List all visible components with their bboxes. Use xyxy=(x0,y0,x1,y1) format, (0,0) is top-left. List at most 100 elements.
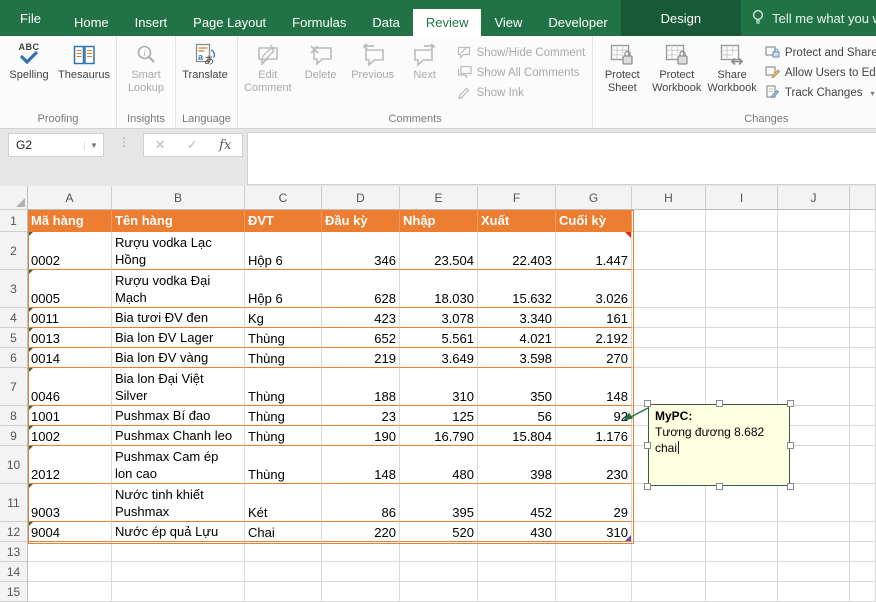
resize-handle-top-left[interactable] xyxy=(644,400,651,407)
show-ink-button[interactable]: Show Ink xyxy=(457,83,586,103)
cell-I3[interactable] xyxy=(706,270,778,308)
cell-D7[interactable]: 188 xyxy=(322,368,400,406)
cell-G6[interactable]: 270 xyxy=(556,348,632,368)
tab-page-layout[interactable]: Page Layout xyxy=(180,9,279,36)
cell-A12[interactable]: 9004 xyxy=(28,522,112,542)
tell-me-box[interactable]: Tell me what you want to do... xyxy=(741,0,876,36)
show-all-comments-button[interactable]: Show All Comments xyxy=(457,63,586,83)
cell-K5[interactable] xyxy=(850,328,876,348)
cell-C10[interactable]: Thùng xyxy=(245,446,322,484)
cell-A1[interactable]: Mã hàng xyxy=(28,210,112,232)
cell-F13[interactable] xyxy=(478,542,556,562)
row-header-14[interactable]: 14 xyxy=(0,562,28,582)
cell-I12[interactable] xyxy=(706,522,778,542)
tab-data[interactable]: Data xyxy=(359,9,412,36)
smart-lookup-button[interactable]: i Smart Lookup xyxy=(120,39,172,97)
cell-D14[interactable] xyxy=(322,562,400,582)
row-header-4[interactable]: 4 xyxy=(0,308,28,328)
cell-D2[interactable]: 346 xyxy=(322,232,400,270)
cell-F1[interactable]: Xuất xyxy=(478,210,556,232)
cell-A3[interactable]: 0005 xyxy=(28,270,112,308)
cell-D8[interactable]: 23 xyxy=(322,406,400,426)
show-hide-comment-button[interactable]: Show/Hide Comment xyxy=(457,43,586,63)
cell-G14[interactable] xyxy=(556,562,632,582)
cell-G15[interactable] xyxy=(556,582,632,602)
cell-I2[interactable] xyxy=(706,232,778,270)
cell-E8[interactable]: 125 xyxy=(400,406,478,426)
cell-J13[interactable] xyxy=(778,542,850,562)
cell-B5[interactable]: Bia lon ĐV Lager xyxy=(112,328,245,348)
cell-H14[interactable] xyxy=(632,562,706,582)
cell-A7[interactable]: 0046 xyxy=(28,368,112,406)
cell-E15[interactable] xyxy=(400,582,478,602)
cell-C2[interactable]: Hộp 6 xyxy=(245,232,322,270)
cell-D11[interactable]: 86 xyxy=(322,484,400,522)
cell-G12[interactable]: 310 xyxy=(556,522,632,542)
cell-H6[interactable] xyxy=(632,348,706,368)
cell-K6[interactable] xyxy=(850,348,876,368)
cell-H2[interactable] xyxy=(632,232,706,270)
column-header-C[interactable]: C xyxy=(245,186,322,210)
cell-G13[interactable] xyxy=(556,542,632,562)
cell-K12[interactable] xyxy=(850,522,876,542)
cell-E3[interactable]: 18.030 xyxy=(400,270,478,308)
column-header-G[interactable]: G xyxy=(556,186,632,210)
row-header-2[interactable]: 2 xyxy=(0,232,28,270)
cell-B14[interactable] xyxy=(112,562,245,582)
cell-H3[interactable] xyxy=(632,270,706,308)
cell-G11[interactable]: 29 xyxy=(556,484,632,522)
resize-handle-bottom-left[interactable] xyxy=(644,483,651,490)
cell-B10[interactable]: Pushmax Cam ép lon cao xyxy=(112,446,245,484)
cell-K4[interactable] xyxy=(850,308,876,328)
cell-H15[interactable] xyxy=(632,582,706,602)
cell-D9[interactable]: 190 xyxy=(322,426,400,446)
cell-I1[interactable] xyxy=(706,210,778,232)
cell-I4[interactable] xyxy=(706,308,778,328)
cell-E10[interactable]: 480 xyxy=(400,446,478,484)
cell-G2[interactable]: 1.447 xyxy=(556,232,632,270)
cell-G9[interactable]: 1.176 xyxy=(556,426,632,446)
cell-B9[interactable]: Pushmax Chanh leo xyxy=(112,426,245,446)
cell-J12[interactable] xyxy=(778,522,850,542)
cell-A2[interactable]: 0002 xyxy=(28,232,112,270)
cell-K13[interactable] xyxy=(850,542,876,562)
column-header-E[interactable]: E xyxy=(400,186,478,210)
delete-comment-button[interactable]: Delete xyxy=(295,39,347,84)
column-header-F[interactable]: F xyxy=(478,186,556,210)
cell-B12[interactable]: Nước ép quả Lựu xyxy=(112,522,245,542)
cell-B8[interactable]: Pushmax Bí đao xyxy=(112,406,245,426)
row-header-3[interactable]: 3 xyxy=(0,270,28,308)
cell-C15[interactable] xyxy=(245,582,322,602)
cell-K8[interactable] xyxy=(850,406,876,426)
cell-E12[interactable]: 520 xyxy=(400,522,478,542)
name-box[interactable]: G2 ▼ xyxy=(8,133,104,157)
row-header-13[interactable]: 13 xyxy=(0,542,28,562)
tab-design[interactable]: Design xyxy=(621,0,741,36)
cell-B2[interactable]: Rượu vodka Lạc Hồng xyxy=(112,232,245,270)
tab-formulas[interactable]: Formulas xyxy=(279,9,359,36)
row-header-7[interactable]: 7 xyxy=(0,368,28,406)
cell-D10[interactable]: 148 xyxy=(322,446,400,484)
cell-H1[interactable] xyxy=(632,210,706,232)
cell-F3[interactable]: 15.632 xyxy=(478,270,556,308)
tab-insert[interactable]: Insert xyxy=(122,9,181,36)
column-header-J[interactable]: J xyxy=(778,186,850,210)
row-header-8[interactable]: 8 xyxy=(0,406,28,426)
allow-users-edit-ranges-button[interactable]: Allow Users to Edit Ranges xyxy=(765,63,876,83)
cell-J2[interactable] xyxy=(778,232,850,270)
tab-view[interactable]: View xyxy=(481,9,535,36)
cell-K14[interactable] xyxy=(850,562,876,582)
cell-F4[interactable]: 3.340 xyxy=(478,308,556,328)
cell-C11[interactable]: Két xyxy=(245,484,322,522)
insert-function-icon[interactable]: fx xyxy=(219,138,231,153)
cell-A11[interactable]: 9003 xyxy=(28,484,112,522)
cell-C13[interactable] xyxy=(245,542,322,562)
cell-K10[interactable] xyxy=(850,446,876,484)
cell-D12[interactable]: 220 xyxy=(322,522,400,542)
cell-D15[interactable] xyxy=(322,582,400,602)
cell-C9[interactable]: Thùng xyxy=(245,426,322,446)
cell-J15[interactable] xyxy=(778,582,850,602)
cell-K3[interactable] xyxy=(850,270,876,308)
cell-C4[interactable]: Kg xyxy=(245,308,322,328)
cell-D1[interactable]: Đầu kỳ xyxy=(322,210,400,232)
